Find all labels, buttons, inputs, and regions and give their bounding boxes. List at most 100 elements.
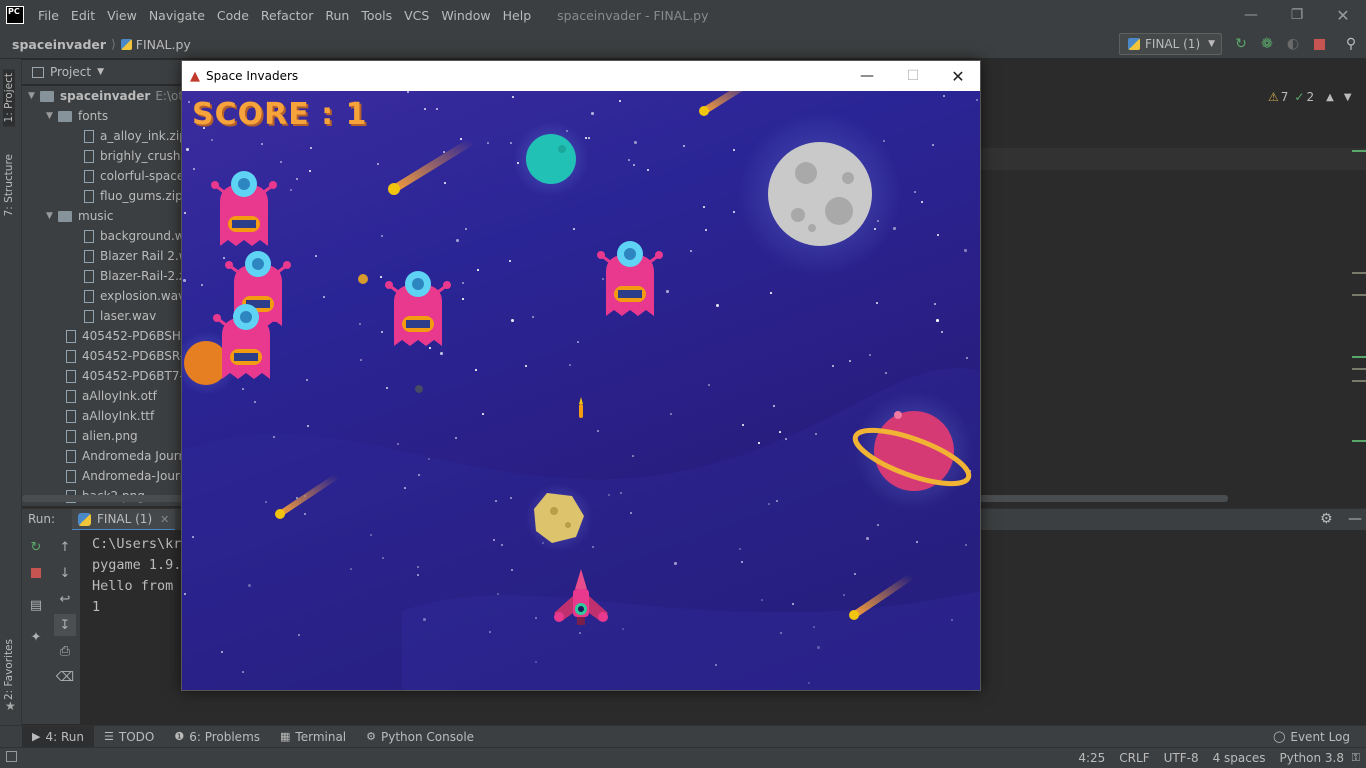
pin-icon[interactable]: ✦ — [25, 626, 47, 648]
restore-icon[interactable]: ❐ — [1274, 0, 1320, 30]
minimize-icon[interactable]: — — [844, 61, 890, 91]
close-icon[interactable]: ✕ — [935, 61, 981, 91]
debug-icon[interactable]: ❁ — [1257, 34, 1277, 54]
minimize-icon[interactable]: — — [1228, 0, 1274, 30]
expand-arrow-icon[interactable]: ▼ — [28, 91, 40, 101]
arrow-up-icon[interactable]: ↑ — [54, 536, 76, 558]
file-icon — [66, 409, 76, 423]
run-tab-final[interactable]: FINAL (1) ✕ — [72, 509, 176, 531]
tree-file[interactable]: brighly_crush.z — [84, 146, 182, 166]
expand-arrow-icon[interactable]: ▼ — [46, 211, 58, 221]
tree-file[interactable]: laser.wav — [84, 306, 156, 326]
toggle-tool-windows-icon[interactable] — [6, 751, 17, 762]
project-panel-title[interactable]: Project — [50, 65, 91, 79]
menu-file[interactable]: File — [32, 8, 65, 23]
folder-icon — [58, 110, 72, 122]
tree-folder[interactable]: ▼ fonts — [46, 106, 108, 126]
gutter-mark — [1352, 356, 1366, 358]
tree-file[interactable]: Andromeda-Journ — [66, 466, 182, 486]
close-icon[interactable]: ✕ — [1320, 0, 1366, 30]
tab-todo[interactable]: ☰ TODO — [94, 726, 164, 748]
warning-icon[interactable]: ⚠ — [1268, 90, 1279, 104]
lock-icon[interactable]: ⚿ — [1352, 751, 1360, 765]
menu-window[interactable]: Window — [435, 8, 496, 23]
menu-refactor[interactable]: Refactor — [255, 8, 319, 23]
python-interpreter[interactable]: Python 3.8 — [1280, 751, 1345, 765]
rerun-icon[interactable]: ↻ — [1231, 34, 1251, 54]
game-window[interactable]: ▲ Space Invaders — ☐ ✕ SCORE: 1 — [181, 60, 981, 691]
chevron-down-icon[interactable]: ▼ — [97, 67, 104, 77]
tab-run[interactable]: ▶ 4: Run — [22, 725, 94, 748]
game-titlebar[interactable]: ▲ Space Invaders — ☐ ✕ — [182, 61, 980, 91]
tree-file[interactable]: a_alloy_ink.zip — [84, 126, 182, 146]
tree-file[interactable]: alien.png — [66, 426, 138, 446]
chevron-up-icon[interactable]: ▲ — [1326, 92, 1334, 103]
caret-position[interactable]: 4:25 — [1078, 751, 1105, 765]
menu-run[interactable]: Run — [319, 8, 355, 23]
tree-file[interactable]: Blazer-Rail-2.zip — [84, 266, 182, 286]
gutter-mark — [1352, 150, 1366, 152]
tab-terminal[interactable]: ▦ Terminal — [270, 726, 356, 748]
project-tree: ▼ spaceinvader E:\othe ▼ fonts a_alloy_ink… — [22, 86, 182, 506]
tree-item-label: music — [78, 209, 114, 223]
gear-icon[interactable]: ⚙ — [1320, 511, 1333, 527]
indent-setting[interactable]: 4 spaces — [1213, 751, 1266, 765]
tab-event-log[interactable]: ◯ Event Log — [1263, 726, 1360, 748]
tree-file[interactable]: aAlloyInk.ttf — [66, 406, 154, 426]
tree-file[interactable]: Blazer Rail 2.wa — [84, 246, 182, 266]
project-tool-tab[interactable]: 1: Project — [3, 69, 15, 127]
breadcrumb-file[interactable]: FINAL.py — [136, 37, 191, 52]
pycharm-logo-icon: PC — [6, 6, 24, 24]
tab-problems[interactable]: ❶ 6: Problems — [164, 726, 270, 748]
menu-navigate[interactable]: Navigate — [143, 8, 211, 23]
print-icon[interactable]: ⎙ — [54, 640, 76, 662]
tree-folder[interactable]: ▼ music — [46, 206, 113, 226]
soft-wrap-icon[interactable]: ↩ — [54, 588, 76, 610]
trash-icon[interactable]: ⌫ — [54, 666, 76, 688]
stop-icon[interactable] — [25, 562, 47, 584]
tree-file[interactable]: explosion.wav — [84, 286, 182, 306]
breadcrumb-project[interactable]: spaceinvader — [12, 37, 106, 52]
expand-arrow-icon[interactable]: ▼ — [46, 111, 58, 121]
file-icon — [66, 429, 76, 443]
menu-edit[interactable]: Edit — [65, 8, 101, 23]
tab-python-console[interactable]: ⚙ Python Console — [356, 726, 484, 748]
menu-tools[interactable]: Tools — [355, 8, 398, 23]
tree-file[interactable]: aAlloyInk.otf — [66, 386, 157, 406]
menu-code[interactable]: Code — [211, 8, 255, 23]
chevron-down-icon[interactable]: ▼ — [1344, 92, 1352, 103]
rerun-icon[interactable]: ↻ — [25, 536, 47, 558]
game-canvas[interactable]: SCORE : 1 — [182, 91, 980, 690]
tree-file[interactable]: fluo_gums.zip — [84, 186, 182, 206]
tree-file[interactable]: 405452-PD6BT7-46 — [66, 366, 182, 386]
menu-vcs[interactable]: VCS — [398, 8, 435, 23]
file-encoding[interactable]: UTF-8 — [1164, 751, 1199, 765]
hide-panel-icon[interactable]: — — [1348, 511, 1362, 527]
search-icon[interactable]: ⚲ — [1341, 34, 1361, 54]
favorites-tool-tab[interactable]: 2: Favorites — [3, 639, 15, 700]
warning-count: 7 — [1280, 90, 1289, 104]
menu-view[interactable]: View — [101, 8, 143, 23]
line-separator[interactable]: CRLF — [1119, 751, 1149, 765]
tree-root[interactable]: ▼ spaceinvader E:\othe — [28, 86, 182, 106]
profile-icon[interactable]: ◐ — [1283, 34, 1303, 54]
layout-icon[interactable]: ▤ — [25, 594, 47, 616]
tree-file[interactable]: 405452-PD6BSR-59 — [66, 346, 182, 366]
maximize-icon[interactable]: ☐ — [890, 61, 936, 91]
check-icon[interactable]: ✓ — [1294, 90, 1304, 104]
run-config-selector[interactable]: FINAL (1) ▼ — [1119, 33, 1222, 55]
structure-tool-tab[interactable]: 7: Structure — [3, 154, 15, 216]
file-icon — [84, 129, 94, 143]
menu-help[interactable]: Help — [497, 8, 538, 23]
small-planet-icon — [415, 385, 423, 393]
file-icon — [66, 469, 76, 483]
tree-file[interactable]: Andromeda Journ — [66, 446, 182, 466]
tree-file[interactable]: 405452-PD6BSH-80 — [66, 326, 182, 346]
star-icon[interactable]: ★ — [5, 699, 16, 713]
close-tab-icon[interactable]: ✕ — [160, 513, 169, 526]
tree-file[interactable]: colorful-spaces — [84, 166, 182, 186]
tree-file[interactable]: background.wa — [84, 226, 182, 246]
scroll-to-end-icon[interactable]: ↧ — [54, 614, 76, 636]
arrow-down-icon[interactable]: ↓ — [54, 562, 76, 584]
stop-icon[interactable] — [1309, 34, 1329, 54]
